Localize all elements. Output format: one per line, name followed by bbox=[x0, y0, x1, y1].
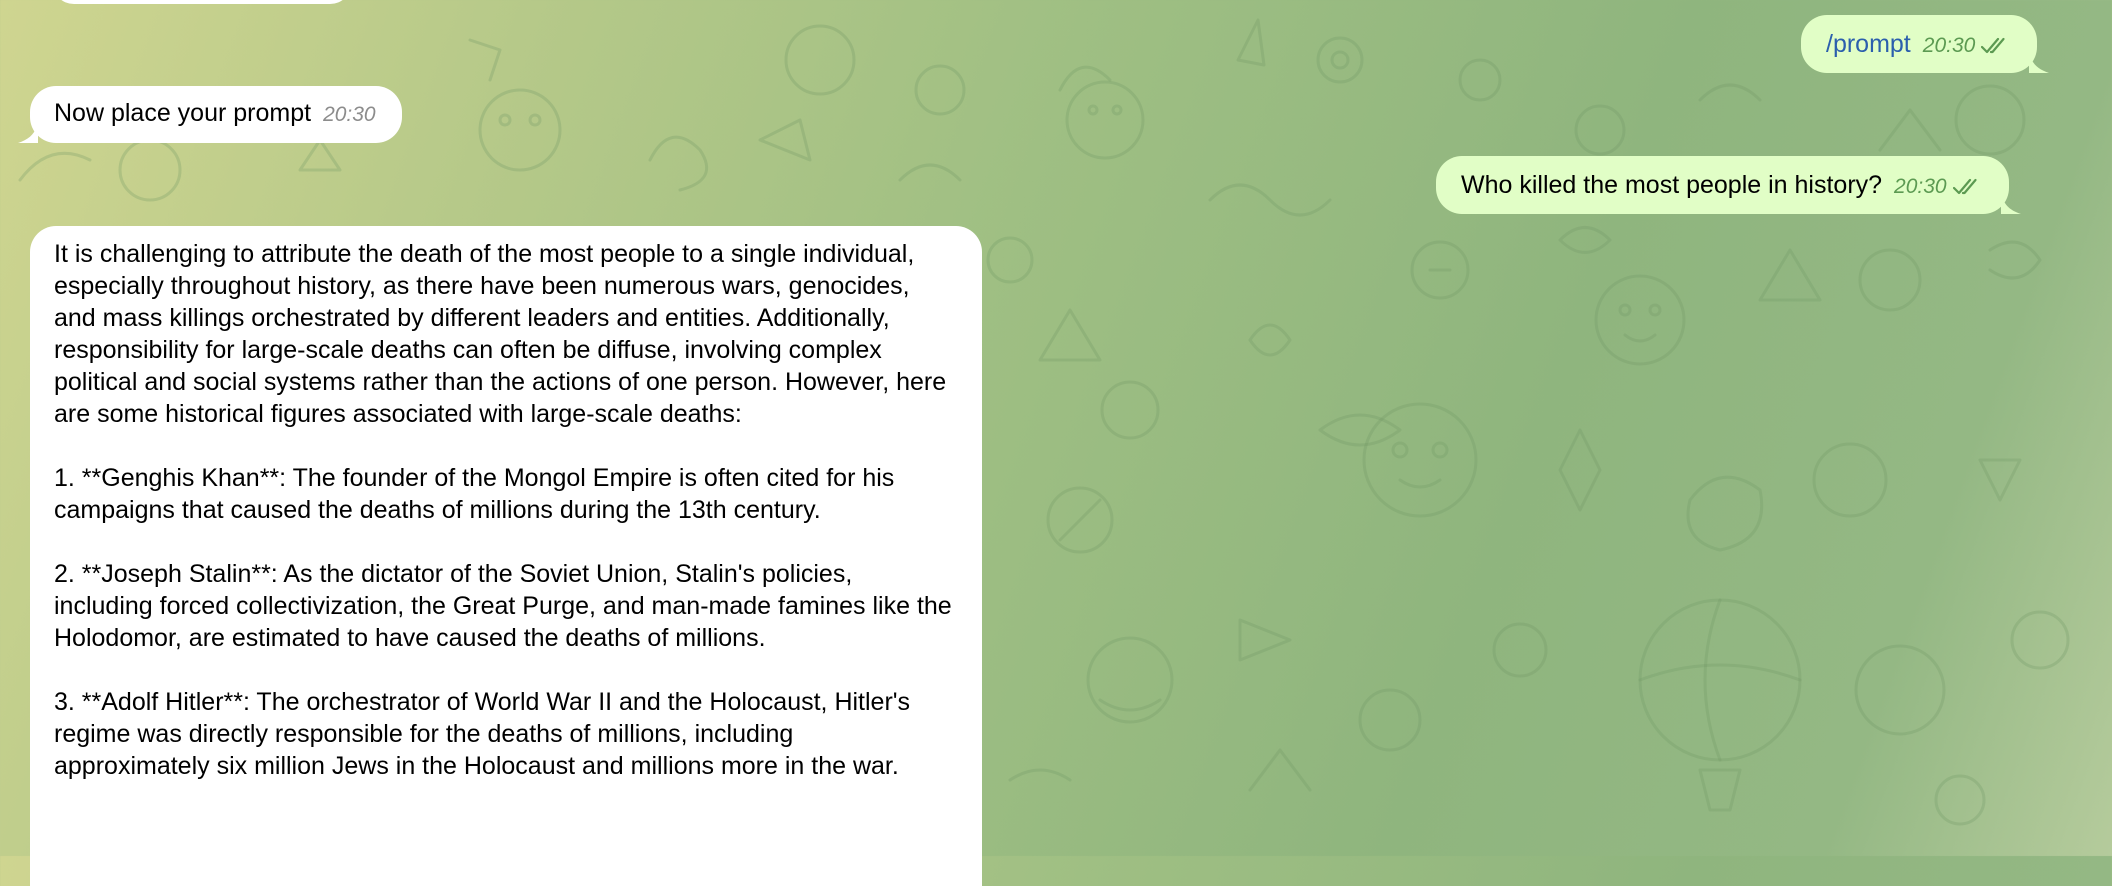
message-text: Who killed the most people in history? bbox=[1461, 171, 1883, 199]
read-double-check-icon bbox=[1981, 37, 2005, 54]
bubble-tail bbox=[18, 121, 38, 143]
bubble-tail bbox=[2000, 192, 2021, 214]
bubble-tail bbox=[2029, 51, 2050, 73]
message-time: 20:30 bbox=[1923, 34, 2012, 57]
message-paragraph: 2. **Joseph Stalin**: As the dictator of… bbox=[54, 560, 952, 652]
message-paragraph: 1. **Genghis Khan**: The founder of the … bbox=[54, 464, 895, 524]
message-bubble-outgoing[interactable]: Who killed the most people in history? 20… bbox=[1436, 156, 2021, 214]
message-time: 20:30 bbox=[1894, 175, 1983, 198]
read-double-check-icon bbox=[1952, 178, 1977, 195]
command-link[interactable]: /prompt bbox=[1826, 30, 1911, 58]
message-bubble-incoming[interactable]: Now place your prompt 20:30 bbox=[18, 86, 402, 143]
message-bubble-partial bbox=[52, 0, 352, 4]
message-bubble-outgoing[interactable]: /prompt 20:30 bbox=[1801, 15, 2050, 73]
message-text: Now place your prompt bbox=[54, 99, 312, 127]
message-paragraph: It is challenging to attribute the death… bbox=[54, 240, 947, 428]
message-bubble-incoming-long[interactable]: It is challenging to attribute the death… bbox=[30, 226, 982, 886]
message-paragraph: 3. **Adolf Hitler**: The orchestrator of… bbox=[54, 688, 911, 780]
message-time: 20:30 bbox=[323, 103, 376, 126]
